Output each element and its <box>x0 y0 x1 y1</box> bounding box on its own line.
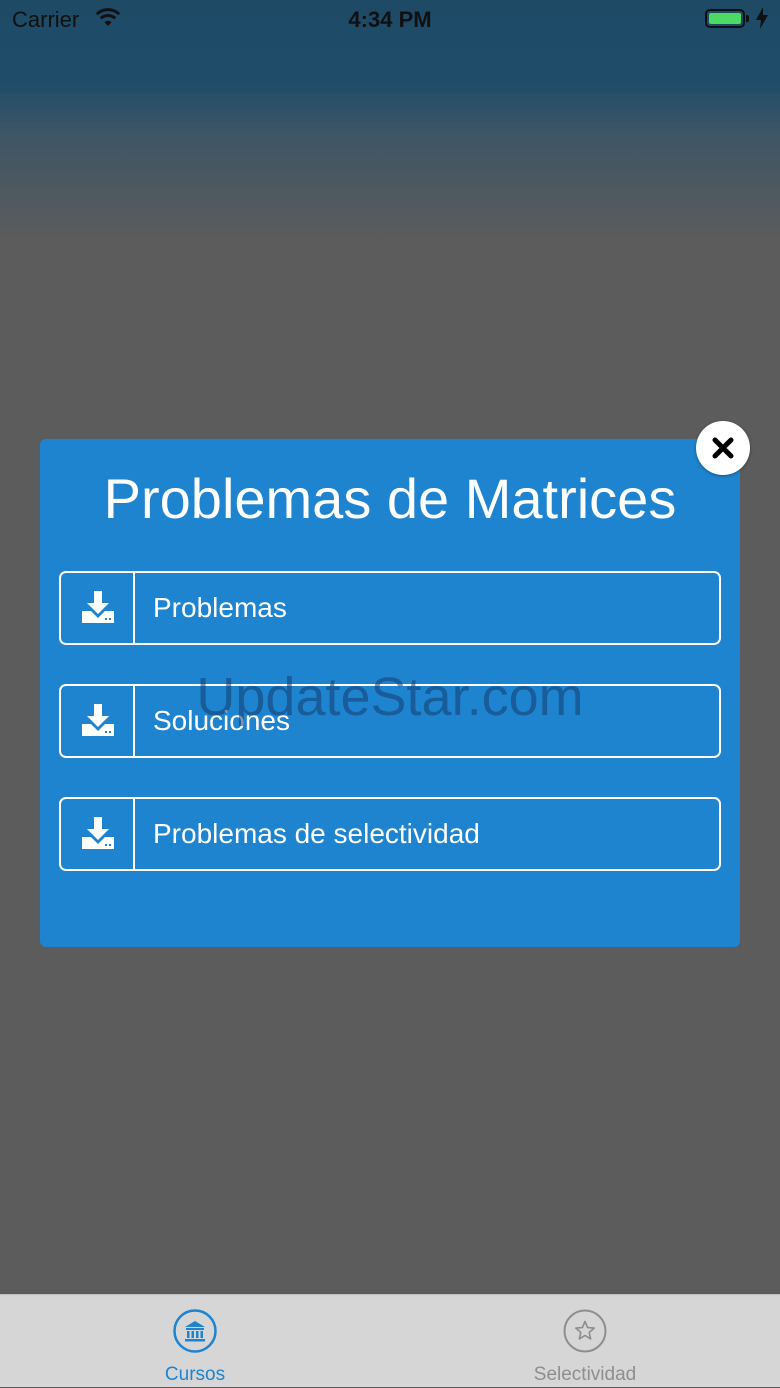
status-bar: Carrier 4:34 PM <box>0 0 780 40</box>
tab-cursos[interactable]: Cursos <box>0 1295 390 1388</box>
download-selectividad-button[interactable]: Problemas de selectividad <box>59 797 721 871</box>
button-label: Problemas de selectividad <box>153 818 480 849</box>
close-icon <box>712 437 734 459</box>
status-time: 4:34 PM <box>348 7 432 32</box>
download-problemas-button[interactable]: Problemas <box>59 571 721 645</box>
battery-tip <box>746 15 749 22</box>
close-button[interactable] <box>696 421 750 475</box>
charging-icon <box>756 7 768 35</box>
star-icon <box>563 1309 607 1353</box>
institution-icon <box>173 1309 217 1353</box>
watermark: UpdateStar.com <box>196 667 584 727</box>
button-label: Problemas <box>153 592 287 623</box>
tab-bar: Cursos Selectividad <box>0 1294 780 1387</box>
modal-title: Problemas de Matrices <box>103 467 677 530</box>
battery-icon <box>705 9 745 28</box>
tab-label: Selectividad <box>533 1364 637 1385</box>
tab-label: Cursos <box>164 1364 226 1385</box>
download-icon <box>61 573 135 643</box>
tab-selectividad[interactable]: Selectividad <box>390 1295 780 1388</box>
download-icon <box>61 799 135 869</box>
